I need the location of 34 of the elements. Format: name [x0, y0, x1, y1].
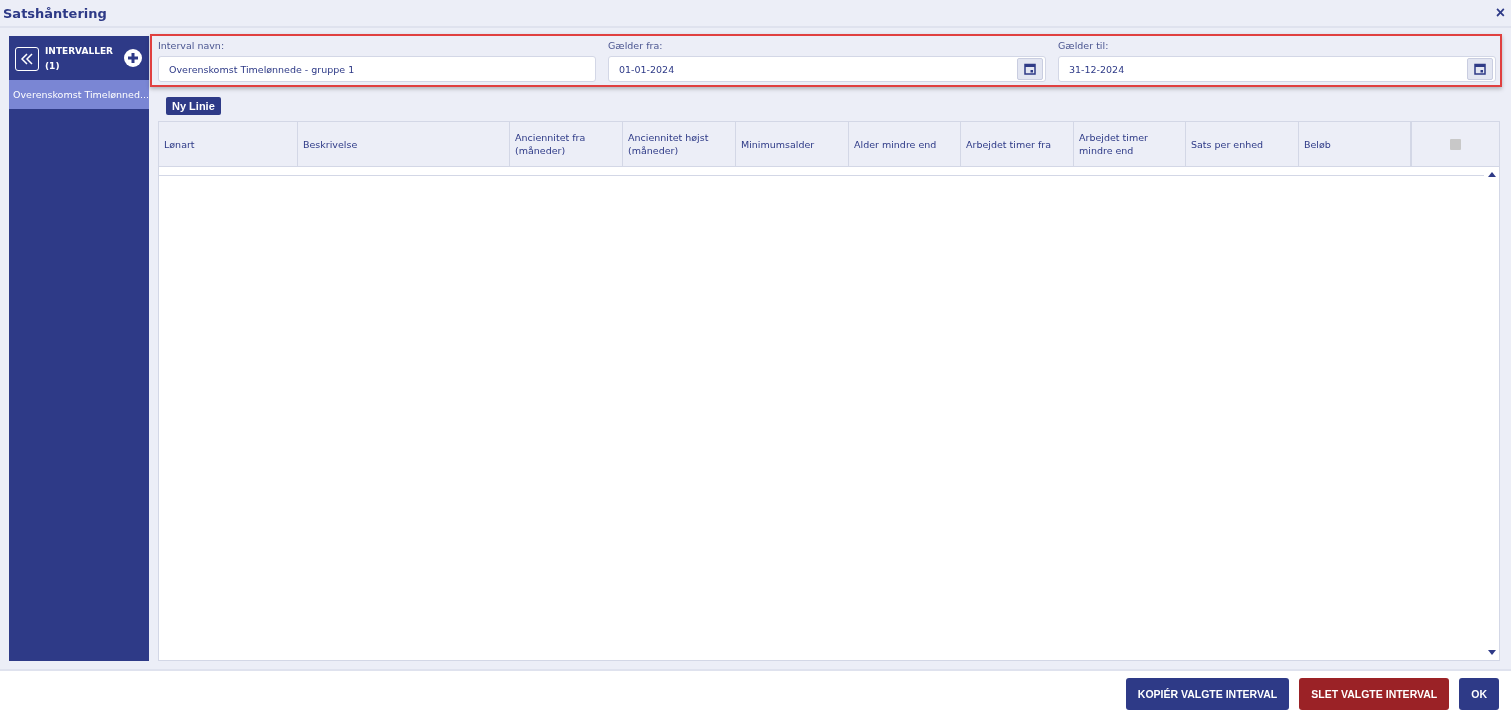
- scroll-down-icon[interactable]: [1487, 650, 1496, 656]
- field-label: Gælder fra:: [608, 40, 664, 51]
- footer-button[interactable]: KOPIÉR VALGTE INTERVAL: [1125, 678, 1290, 710]
- date-field[interactable]: 01-01-2024: [608, 56, 1046, 82]
- field-label: Gælder til:: [1058, 40, 1110, 51]
- column-header[interactable]: Sats per enhed: [1186, 122, 1299, 166]
- sidebar-title: INTERVALLER: [45, 45, 114, 58]
- new-line-button[interactable]: Ny Linie: [166, 97, 221, 115]
- calendar-button[interactable]: [1017, 58, 1043, 80]
- window-title: Satshåntering: [3, 5, 107, 21]
- interval-count: (1): [45, 60, 61, 73]
- calendar-icon: [1024, 63, 1036, 75]
- column-header[interactable]: Arbejdet timer mindre end: [1074, 122, 1186, 166]
- field-label: Interval navn:: [158, 40, 226, 51]
- column-header[interactable]: Anciennitet fra (måneder): [510, 122, 623, 166]
- collapse-button[interactable]: [15, 47, 39, 71]
- footer-button[interactable]: OK: [1459, 678, 1499, 710]
- column-header[interactable]: Arbejdet timer fra: [961, 122, 1074, 166]
- double-chevron-left-icon: [20, 52, 34, 66]
- calendar-icon: [1474, 63, 1486, 75]
- footer-button[interactable]: SLET VALGTE INTERVAL: [1299, 678, 1450, 710]
- column-header[interactable]: Beløb: [1299, 122, 1411, 166]
- date-field[interactable]: 31-12-2024: [1058, 56, 1496, 82]
- scroll-up-icon[interactable]: [1487, 171, 1496, 177]
- column-header[interactable]: Beskrivelse: [298, 122, 510, 166]
- column-header[interactable]: Minimumsalder: [736, 122, 849, 166]
- column-header[interactable]: Alder mindre end: [849, 122, 961, 166]
- close-button[interactable]: ×: [1493, 4, 1507, 22]
- column-header[interactable]: Lønart: [159, 122, 298, 166]
- text-field[interactable]: Overenskomst Timelønnede - gruppe 1: [158, 56, 596, 82]
- select-all-checkbox[interactable]: [1450, 138, 1461, 150]
- add-icon[interactable]: [123, 48, 143, 68]
- calendar-button[interactable]: [1467, 58, 1493, 80]
- column-header[interactable]: Anciennitet højst (måneder): [623, 122, 736, 166]
